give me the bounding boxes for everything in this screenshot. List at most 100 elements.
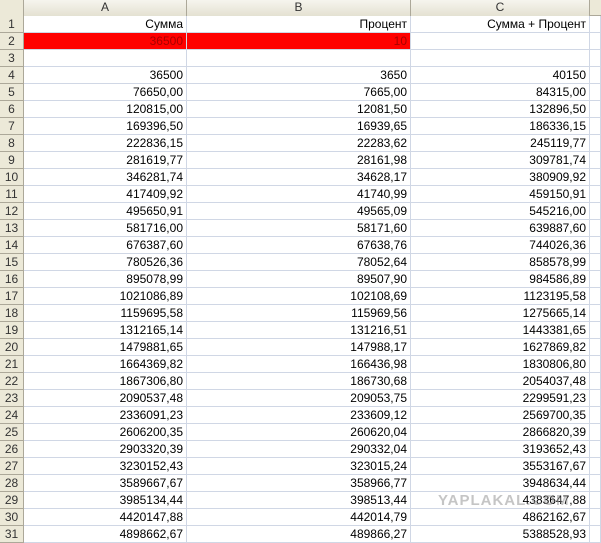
cell-c2[interactable]	[411, 33, 590, 50]
cell-d[interactable]	[590, 356, 601, 373]
cell-a[interactable]: 36500	[24, 67, 187, 84]
cell-d[interactable]	[590, 254, 601, 271]
cell-d2[interactable]	[590, 33, 601, 50]
cell-d[interactable]	[590, 475, 601, 492]
cell-a[interactable]: 417409,92	[24, 186, 187, 203]
column-header-c[interactable]: C	[411, 0, 590, 16]
cell-b[interactable]: 209053,75	[187, 390, 411, 407]
cell-b[interactable]: 186730,68	[187, 373, 411, 390]
cell-a[interactable]: 581716,00	[24, 220, 187, 237]
cell-d[interactable]	[590, 390, 601, 407]
cell-c[interactable]: 40150	[411, 67, 590, 84]
cell-b[interactable]: 260620,04	[187, 424, 411, 441]
cell-b[interactable]: 78052,64	[187, 254, 411, 271]
row-header[interactable]: 29	[0, 492, 24, 509]
row-header[interactable]: 13	[0, 220, 24, 237]
cell-b[interactable]: 233609,12	[187, 407, 411, 424]
cell-b[interactable]: 67638,76	[187, 237, 411, 254]
cell-b[interactable]: 58171,60	[187, 220, 411, 237]
row-header[interactable]: 25	[0, 424, 24, 441]
cell-c[interactable]: 3193652,43	[411, 441, 590, 458]
cell-d[interactable]	[590, 220, 601, 237]
cell-c[interactable]: 245119,77	[411, 135, 590, 152]
cell-c[interactable]: 1627869,82	[411, 339, 590, 356]
row-header[interactable]: 2	[0, 33, 24, 50]
cell-d[interactable]	[590, 373, 601, 390]
row-header[interactable]: 15	[0, 254, 24, 271]
cell-a[interactable]: 676387,60	[24, 237, 187, 254]
cell-d[interactable]	[590, 135, 601, 152]
cell-b[interactable]: 115969,56	[187, 305, 411, 322]
cell-d[interactable]	[590, 101, 601, 118]
cell-c[interactable]: 3553167,67	[411, 458, 590, 475]
cell-c[interactable]: 4862162,67	[411, 509, 590, 526]
row-header[interactable]: 30	[0, 509, 24, 526]
row-header[interactable]: 3	[0, 50, 24, 67]
cell-b3[interactable]	[187, 50, 411, 67]
cell-b[interactable]: 16939,65	[187, 118, 411, 135]
cell-b[interactable]: 166436,98	[187, 356, 411, 373]
cell-a[interactable]: 3985134,44	[24, 492, 187, 509]
cell-d[interactable]	[590, 492, 601, 509]
cell-c[interactable]: 2299591,23	[411, 390, 590, 407]
cell-d[interactable]	[590, 271, 601, 288]
cell-b1[interactable]: Процент	[187, 16, 411, 33]
cell-d[interactable]	[590, 237, 601, 254]
cell-c[interactable]: 1275665,14	[411, 305, 590, 322]
cell-c[interactable]: 639887,60	[411, 220, 590, 237]
cell-d1[interactable]	[590, 16, 601, 33]
cell-c[interactable]: 2054037,48	[411, 373, 590, 390]
cell-d3[interactable]	[590, 50, 601, 67]
cell-a[interactable]: 1312165,14	[24, 322, 187, 339]
cell-a[interactable]: 4420147,88	[24, 509, 187, 526]
cell-d[interactable]	[590, 458, 601, 475]
cell-c[interactable]: 132896,50	[411, 101, 590, 118]
cell-a2[interactable]: 36500	[24, 33, 187, 50]
cell-a[interactable]: 895078,99	[24, 271, 187, 288]
row-header[interactable]: 5	[0, 84, 24, 101]
row-header[interactable]: 8	[0, 135, 24, 152]
cell-a[interactable]: 1479881,65	[24, 339, 187, 356]
cell-b[interactable]: 41740,99	[187, 186, 411, 203]
cell-d[interactable]	[590, 169, 601, 186]
cell-c1[interactable]: Сумма + Процент	[411, 16, 590, 33]
cell-d[interactable]	[590, 407, 601, 424]
cell-a[interactable]: 222836,15	[24, 135, 187, 152]
cell-d[interactable]	[590, 152, 601, 169]
cell-c[interactable]: 545216,00	[411, 203, 590, 220]
cell-b[interactable]: 89507,90	[187, 271, 411, 288]
cell-a[interactable]: 2606200,35	[24, 424, 187, 441]
column-header-a[interactable]: A	[24, 0, 187, 16]
cell-d[interactable]	[590, 118, 601, 135]
row-header[interactable]: 23	[0, 390, 24, 407]
cell-c[interactable]: 1443381,65	[411, 322, 590, 339]
row-header[interactable]: 19	[0, 322, 24, 339]
cell-c[interactable]: 84315,00	[411, 84, 590, 101]
row-header[interactable]: 22	[0, 373, 24, 390]
cell-d[interactable]	[590, 509, 601, 526]
cell-b[interactable]: 102108,69	[187, 288, 411, 305]
row-header[interactable]: 26	[0, 441, 24, 458]
cell-a3[interactable]	[24, 50, 187, 67]
cell-a[interactable]: 2903320,39	[24, 441, 187, 458]
cell-d[interactable]	[590, 305, 601, 322]
cell-b[interactable]: 358966,77	[187, 475, 411, 492]
cell-a1[interactable]: Сумма	[24, 16, 187, 33]
cell-a[interactable]: 281619,77	[24, 152, 187, 169]
cell-a[interactable]: 2090537,48	[24, 390, 187, 407]
cell-b[interactable]: 34628,17	[187, 169, 411, 186]
row-header[interactable]: 20	[0, 339, 24, 356]
row-header[interactable]: 4	[0, 67, 24, 84]
row-header[interactable]: 21	[0, 356, 24, 373]
row-header[interactable]: 17	[0, 288, 24, 305]
cell-d[interactable]	[590, 84, 601, 101]
cell-a[interactable]: 169396,50	[24, 118, 187, 135]
cell-b[interactable]: 442014,79	[187, 509, 411, 526]
cell-a[interactable]: 2336091,23	[24, 407, 187, 424]
cell-d[interactable]	[590, 424, 601, 441]
cell-c[interactable]: 744026,36	[411, 237, 590, 254]
cell-a[interactable]: 346281,74	[24, 169, 187, 186]
cell-a[interactable]: 120815,00	[24, 101, 187, 118]
cell-c[interactable]: 459150,91	[411, 186, 590, 203]
cell-a[interactable]: 1664369,82	[24, 356, 187, 373]
